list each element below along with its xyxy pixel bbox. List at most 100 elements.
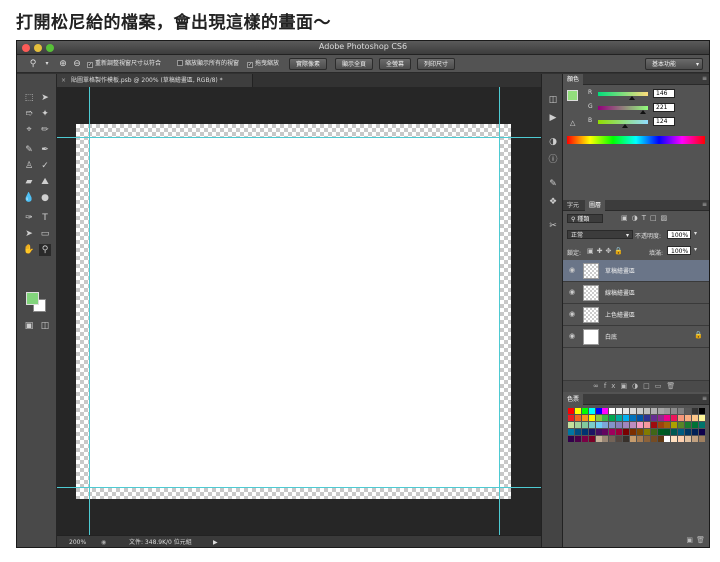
brush-tool-icon[interactable]: ✒	[39, 144, 51, 156]
guide-vertical[interactable]	[89, 87, 90, 535]
color-swatch[interactable]	[636, 429, 643, 435]
color-swatch[interactable]	[574, 422, 581, 428]
color-swatch[interactable]	[671, 415, 678, 421]
marquee-tool-icon[interactable]: ⬚	[23, 92, 35, 104]
opacity-field[interactable]: 100%	[667, 230, 691, 239]
magic-wand-tool-icon[interactable]: ✦	[39, 108, 51, 120]
blur-tool-icon[interactable]: 💧	[23, 192, 35, 204]
color-swatch[interactable]	[650, 429, 657, 435]
color-swatch[interactable]	[568, 422, 574, 428]
guide-horizontal[interactable]	[57, 487, 541, 488]
zoom-tool-preset-icon[interactable]: ⚲	[27, 58, 39, 70]
tab-layers[interactable]: 圖層	[585, 200, 606, 211]
color-swatch[interactable]	[588, 436, 595, 442]
eye-icon[interactable]: ◉	[569, 266, 575, 274]
layer-row[interactable]: ◉ 草稿繪畫區	[563, 260, 709, 282]
color-swatch[interactable]	[595, 422, 602, 428]
color-swatch[interactable]	[574, 415, 581, 421]
pen-tool-icon[interactable]: ✑	[23, 212, 35, 224]
color-swatch[interactable]	[630, 415, 637, 421]
color-swatch[interactable]	[581, 429, 588, 435]
zoom-tool-icon[interactable]: ⚲	[39, 244, 51, 256]
color-swatch[interactable]	[588, 415, 595, 421]
color-swatch[interactable]	[568, 408, 574, 414]
type-tool-icon[interactable]: T	[39, 212, 51, 224]
history-panel-icon[interactable]: ◫	[547, 94, 559, 106]
eyedropper-tool-icon[interactable]: ✏	[39, 124, 51, 136]
document-tab[interactable]: × 貼圖單格製作模板.psb @ 200% (草稿繪畫區, RGB/8) *	[57, 74, 253, 87]
color-swatch[interactable]	[623, 408, 630, 414]
layer-row[interactable]: ◉ 上色繪畫區	[563, 304, 709, 326]
r-slider[interactable]	[598, 92, 648, 96]
color-swatch[interactable]	[588, 422, 595, 428]
color-swatch[interactable]	[692, 436, 699, 442]
tools-preset-panel-icon[interactable]: ✂	[547, 220, 559, 232]
panel-menu-icon[interactable]: ≡	[702, 395, 707, 402]
quick-mask-icon[interactable]: ▣	[23, 320, 35, 332]
layer-row[interactable]: ◉ 線稿繪畫區	[563, 282, 709, 304]
color-swatch[interactable]	[636, 408, 643, 414]
color-swatch[interactable]	[657, 408, 664, 414]
color-swatch[interactable]	[692, 415, 699, 421]
color-swatch[interactable]	[588, 429, 595, 435]
g-slider-knob[interactable]	[640, 110, 646, 114]
color-swatch[interactable]	[630, 436, 637, 442]
g-value-field[interactable]: 221	[653, 103, 675, 112]
color-swatch[interactable]	[616, 422, 623, 428]
color-swatch[interactable]	[643, 429, 650, 435]
color-swatch[interactable]	[685, 422, 692, 428]
color-swatch[interactable]	[616, 408, 623, 414]
color-swatch[interactable]	[692, 408, 699, 414]
fill-field[interactable]: 100%	[667, 246, 691, 255]
color-swatch[interactable]	[664, 422, 671, 428]
close-tab-icon[interactable]: ×	[61, 77, 66, 84]
color-swatch[interactable]	[671, 436, 678, 442]
color-swatch[interactable]	[692, 422, 699, 428]
color-swatch[interactable]	[643, 436, 650, 442]
color-swatch[interactable]	[623, 429, 630, 435]
b-value-field[interactable]: 124	[653, 117, 675, 126]
adjustments-panel-icon[interactable]: ◑	[547, 136, 559, 148]
dodge-tool-icon[interactable]: ●	[39, 192, 51, 204]
tab-swatches[interactable]: 色票	[563, 394, 584, 405]
color-swatch[interactable]	[678, 422, 685, 428]
color-swatch[interactable]	[664, 408, 671, 414]
chevron-down-icon[interactable]: ▾	[41, 58, 53, 70]
eye-icon[interactable]: ◉	[569, 332, 575, 340]
zoom-level[interactable]: 200%	[69, 536, 86, 547]
tab-character[interactable]: 字元	[563, 200, 583, 211]
color-swatch[interactable]	[643, 415, 650, 421]
color-swatch[interactable]	[581, 415, 588, 421]
history-brush-tool-icon[interactable]: ✓	[39, 160, 51, 172]
zoom-in-icon[interactable]: ⊕	[57, 58, 69, 70]
color-swatch[interactable]	[623, 422, 630, 428]
clone-stamp-tool-icon[interactable]: ♙	[23, 160, 35, 172]
color-swatch[interactable]	[623, 415, 630, 421]
color-swatch[interactable]	[630, 429, 637, 435]
color-swatch[interactable]	[602, 415, 609, 421]
paths-panel-icon[interactable]: ❖	[547, 196, 559, 208]
eraser-tool-icon[interactable]: ▰	[23, 176, 35, 188]
status-info-icon[interactable]: ◉	[101, 536, 106, 547]
canvas-content[interactable]	[89, 137, 499, 487]
color-swatch[interactable]	[609, 429, 616, 435]
fit-screen-button[interactable]: 顯示全頁	[335, 58, 374, 70]
color-swatch[interactable]	[692, 429, 699, 435]
color-swatch[interactable]	[657, 415, 664, 421]
color-swatch[interactable]	[574, 429, 581, 435]
lock-options-icons[interactable]: ▣✚✥🔒	[587, 247, 626, 255]
color-swatch[interactable]	[650, 436, 657, 442]
blend-mode-dropdown[interactable]: 正常 ▾	[567, 230, 633, 239]
color-swatch[interactable]	[595, 415, 602, 421]
color-swatch[interactable]	[616, 436, 623, 442]
new-swatch-icon[interactable]: ▣	[686, 536, 693, 544]
color-spectrum-bar[interactable]	[567, 136, 705, 144]
color-swatch[interactable]	[650, 415, 657, 421]
eye-icon[interactable]: ◉	[569, 310, 575, 318]
healing-brush-tool-icon[interactable]: ✎	[23, 144, 35, 156]
move-tool-icon[interactable]: ➤	[39, 92, 51, 104]
layer-filter-dropdown[interactable]: ⚲ 種類	[567, 214, 603, 223]
guide-horizontal[interactable]	[57, 137, 541, 138]
color-swatch[interactable]	[685, 436, 692, 442]
color-swatch[interactable]	[568, 415, 574, 421]
